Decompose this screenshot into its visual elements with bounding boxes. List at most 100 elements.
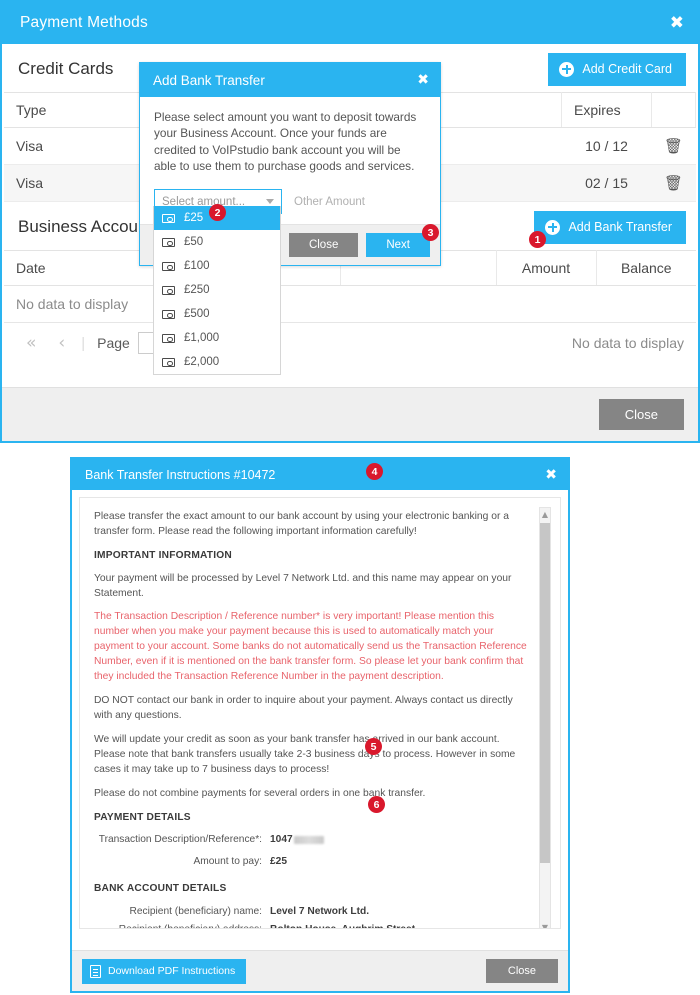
add-credit-card-button[interactable]: Add Credit Card (548, 52, 686, 86)
close-icon[interactable]: ✖ (670, 14, 684, 32)
page-label: Page (97, 335, 130, 351)
business-account-title: Business Account (18, 217, 153, 236)
dialog-description: Please select amount you want to deposit… (154, 110, 417, 173)
dropdown-option[interactable]: £50 (154, 230, 280, 254)
instructions-close-button[interactable]: Close (485, 959, 558, 983)
scrollbar-thumb[interactable] (540, 523, 550, 863)
trash-icon[interactable]: 🗑 (664, 174, 683, 192)
bank-detail-row: Recipient (beneficiary) name: Level 7 Ne… (94, 905, 530, 920)
detail-value: Level 7 Network Ltd. (270, 905, 370, 917)
cell-expires: 10 / 12 (561, 127, 652, 165)
add-bank-transfer-body: Please select amount you want to deposit… (140, 97, 440, 224)
dropdown-option-label: £2,000 (184, 356, 220, 368)
instructions-title: Bank Transfer Instructions #10472 (85, 467, 276, 482)
col-balance: Balance (596, 250, 696, 286)
delete-row-button[interactable]: 🗑 (651, 164, 696, 202)
step-badge-2: 2 (209, 204, 226, 221)
other-amount-input[interactable]: Other Amount (294, 196, 365, 208)
dropdown-option[interactable]: £500 (154, 302, 280, 326)
dropdown-option-label: £50 (184, 236, 204, 248)
payment-details-heading: PAYMENT DETAILS (94, 811, 191, 823)
detail-value: Bolton House, Aughrim Street Dublin D07 … (270, 923, 415, 928)
pagination-bar: « ‹ | Page › » | ↻ No data to display (4, 322, 696, 363)
instructions-body: ▲ ▼ Please transfer the exact amount to … (79, 497, 561, 929)
download-pdf-button[interactable]: Download PDF Instructions (82, 958, 247, 984)
col-expires: Expires (561, 92, 652, 128)
dialog-next-button[interactable]: Next (366, 233, 430, 258)
instructions-footer: Download PDF Instructions Close (72, 950, 568, 991)
detail-label: Amount to pay: (193, 856, 262, 868)
download-pdf-label: Download PDF Instructions (108, 965, 236, 977)
redacted-mask (293, 835, 324, 844)
no-combine-text: Please do not combine payments for sever… (94, 787, 426, 799)
close-icon[interactable]: ✖ (417, 73, 429, 87)
scroll-up-icon[interactable]: ▲ (540, 508, 550, 521)
banknote-icon (162, 261, 175, 271)
screenshot-root: Payment Methods ✖ Credit Cards Add Credi… (0, 0, 700, 995)
detail-value: £25 (270, 856, 287, 868)
close-button[interactable]: Close (598, 399, 684, 430)
dropdown-option-label: £500 (184, 308, 210, 320)
pdf-file-icon (90, 964, 101, 978)
first-page-button[interactable]: « (16, 331, 46, 355)
trash-icon[interactable]: 🗑 (664, 137, 683, 155)
banknote-icon (162, 309, 175, 319)
processed-by-text: Your payment will be processed by Level … (94, 572, 512, 599)
add-credit-card-label: Add Credit Card (582, 62, 672, 76)
payment-methods-header: Payment Methods ✖ (2, 2, 698, 44)
credit-cards-title: Credit Cards (18, 59, 114, 78)
banknote-icon (162, 213, 175, 223)
step-badge-4: 4 (366, 463, 383, 480)
banknote-icon (162, 285, 175, 295)
dropdown-option-label: £25 (184, 212, 204, 224)
bank-detail-row: Recipient (beneficiary) address: Bolton … (94, 923, 530, 928)
scroll-down-icon[interactable]: ▼ (540, 921, 550, 928)
dropdown-option[interactable]: £250 (154, 278, 280, 302)
add-bank-transfer-button[interactable]: Add Bank Transfer (534, 210, 686, 244)
add-bank-transfer-label: Add Bank Transfer (568, 220, 672, 234)
reference-warning-text: The Transaction Description / Reference … (94, 611, 527, 683)
detail-label: Recipient (beneficiary) name: (129, 905, 263, 917)
important-information-heading: IMPORTANT INFORMATION (94, 549, 232, 561)
payment-methods-footer: Close (2, 387, 698, 441)
col-amount: Amount (496, 250, 597, 286)
chevron-down-icon (266, 199, 274, 205)
amount-dropdown-list: £25 £50 £100 £250 £500 £1,000 £2,000 (153, 206, 281, 375)
add-bank-transfer-header: Add Bank Transfer ✖ (140, 63, 440, 97)
delete-row-button[interactable]: 🗑 (651, 127, 696, 165)
bank-account-details-heading: BANK ACCOUNT DETAILS (94, 882, 227, 894)
cell-expires: 02 / 15 (561, 164, 652, 202)
plus-circle-icon (545, 219, 561, 235)
col-actions (651, 92, 696, 128)
dialog-title: Add Bank Transfer (153, 72, 265, 88)
detail-value: 1047 (270, 833, 324, 848)
dialog-close-button[interactable]: Close (288, 233, 359, 258)
divider: | (81, 334, 86, 352)
dropdown-option-label: £100 (184, 260, 210, 272)
add-bank-transfer-dialog: Add Bank Transfer ✖ Please select amount… (139, 62, 441, 375)
banknote-icon (162, 333, 175, 343)
intro-text: Please transfer the exact amount to our … (94, 511, 509, 537)
step-badge-6: 6 (368, 796, 385, 813)
prev-page-button[interactable]: ‹ (48, 331, 75, 355)
dropdown-option[interactable]: £2,000 (154, 350, 280, 374)
bank-transfer-instructions-modal: Bank Transfer Instructions #10472 ✖ ▲ ▼ … (70, 457, 570, 993)
close-icon[interactable]: ✖ (545, 468, 557, 482)
instructions-header: Bank Transfer Instructions #10472 ✖ (72, 459, 568, 490)
detail-label: Recipient (beneficiary) address: (94, 923, 270, 928)
dropdown-option-label: £1,000 (184, 332, 220, 344)
plus-circle-icon (559, 61, 575, 77)
payment-detail-row: Amount to pay: £25 (94, 855, 530, 870)
step-badge-1: 1 (529, 231, 546, 248)
business-account-empty-text: No data to display (16, 296, 129, 312)
step-badge-5: 5 (365, 738, 382, 755)
banknote-icon (162, 237, 175, 247)
scrollbar[interactable]: ▲ ▼ (539, 507, 551, 928)
update-credit-text: We will update your credit as soon as yo… (94, 733, 516, 775)
banknote-icon (162, 357, 175, 367)
detail-label: Transaction Description/Reference*: (98, 834, 262, 846)
dropdown-option[interactable]: £1,000 (154, 326, 280, 350)
dropdown-option-label: £250 (184, 284, 210, 296)
dropdown-option[interactable]: £100 (154, 254, 280, 278)
page-title: Payment Methods (20, 14, 148, 31)
